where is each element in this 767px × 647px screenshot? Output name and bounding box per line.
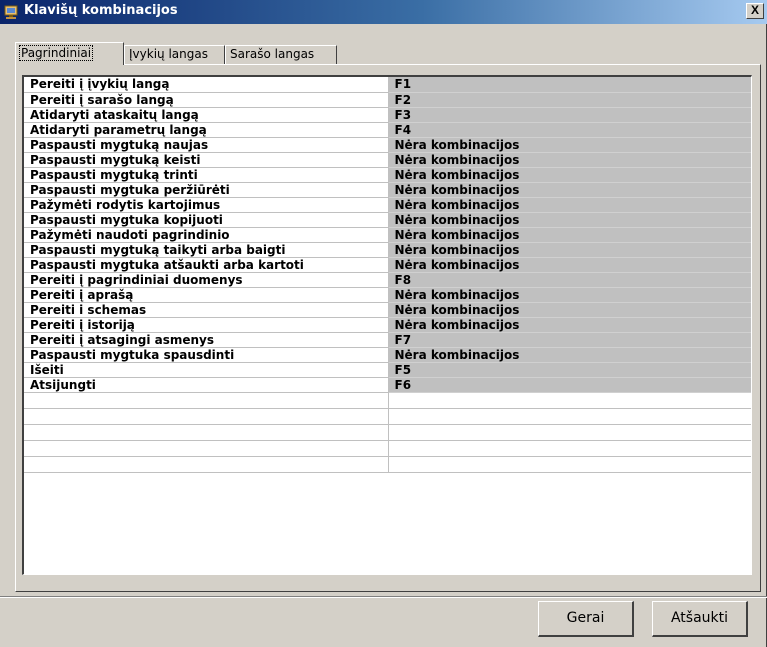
action-cell[interactable]: Pažymėti naudoti pagrindinio (24, 227, 389, 243)
key-cell[interactable]: F3 (388, 107, 751, 123)
key-cell[interactable]: Nėra kombinacijos (388, 257, 751, 273)
key-cell[interactable]: F5 (388, 362, 751, 378)
empty-cell (24, 408, 389, 425)
key-cell[interactable]: Nėra kombinacijos (388, 242, 751, 258)
action-cell[interactable]: Pereiti į sarašo langą (24, 92, 389, 108)
window-title: Klavišų kombinacijos (24, 3, 178, 18)
table-row[interactable]: Pereiti į pagrindiniai duomenys F8 (24, 272, 751, 288)
table-row[interactable]: Pereiti i schemas Nėra kombinacijos (24, 302, 751, 318)
action-cell[interactable]: Paspausti mygtuką taikyti arba baigti (24, 242, 389, 258)
action-cell[interactable]: Atidaryti parametrų langą (24, 122, 389, 138)
table-row[interactable]: Pereiti į sarašo langą F2 (24, 92, 751, 108)
table-row[interactable]: Atidaryti ataskaitų langą F3 (24, 107, 751, 123)
key-cell[interactable]: F2 (388, 92, 751, 108)
shortcuts-grid[interactable]: Pereiti į įvykių langą F1 Pereiti į sarašo… (22, 75, 752, 575)
tab-label: Pagrindiniai (18, 45, 94, 61)
tab-panel: Pereiti į įvykių langą F1 Pereiti į sarašo… (15, 64, 761, 592)
key-cell[interactable]: Nėra kombinacijos (388, 137, 751, 153)
key-cell[interactable]: Nėra kombinacijos (388, 227, 751, 243)
table-row[interactable]: Pažymėti rodytis kartojimus Nėra kombinac… (24, 197, 751, 213)
action-cell[interactable]: Atidaryti ataskaitų langą (24, 107, 389, 123)
key-cell[interactable]: Nėra kombinacijos (388, 317, 751, 333)
ok-button-label: Gerai (566, 610, 605, 626)
action-cell[interactable]: Paspausti mygtuka peržiūrėti (24, 182, 389, 198)
shortcuts-table: Pereiti į įvykių langą F1 Pereiti į sarašo… (24, 77, 751, 473)
tab-pagrindiniai[interactable]: Pagrindiniai (15, 42, 124, 65)
table-row[interactable]: Pereiti į istoriją Nėra kombinacijos (24, 317, 751, 333)
key-cell[interactable]: Nėra kombinacijos (388, 167, 751, 183)
action-cell[interactable]: Paspausti mygtuka atšaukti arba kartoti (24, 257, 389, 273)
empty-cell (388, 424, 751, 441)
empty-cell (388, 456, 751, 473)
empty-row (24, 440, 751, 457)
action-cell[interactable]: Pereiti i schemas (24, 302, 389, 318)
empty-cell (24, 424, 389, 441)
action-cell[interactable]: Pereiti į atsagingi asmenys (24, 332, 389, 348)
key-cell[interactable]: F7 (388, 332, 751, 348)
tab-label: Įvykių langas (129, 47, 208, 61)
action-cell[interactable]: Pereiti į pagrindiniai duomenys (24, 272, 389, 288)
table-row[interactable]: Paspausti mygtuka atšaukti arba kartoti N… (24, 257, 751, 273)
action-cell[interactable]: Paspausti mygtuką naujas (24, 137, 389, 153)
empty-cell (24, 392, 389, 409)
table-row[interactable]: Paspausti mygtuka peržiūrėti Nėra kombina… (24, 182, 751, 198)
table-row[interactable]: Pereiti į įvykių langą F1 (24, 77, 751, 93)
table-row[interactable]: Atidaryti parametrų langą F4 (24, 122, 751, 138)
table-row[interactable]: Paspausti mygtuką naujas Nėra kombinacijo… (24, 137, 751, 153)
action-cell[interactable]: Atsijungti (24, 377, 389, 393)
empty-cell (388, 440, 751, 457)
action-cell[interactable]: Paspausti mygtuka spausdinti (24, 347, 389, 363)
close-icon: X (750, 3, 759, 17)
key-cell[interactable]: Nėra kombinacijos (388, 197, 751, 213)
app-icon (4, 4, 20, 20)
empty-cell (24, 456, 389, 473)
empty-row (24, 408, 751, 425)
ok-button[interactable]: Gerai (538, 601, 634, 637)
table-row[interactable]: Paspausti mygtuką trinti Nėra kombinacijo… (24, 167, 751, 183)
key-cell[interactable]: F4 (388, 122, 751, 138)
close-button[interactable]: X (746, 3, 764, 19)
empty-row (24, 392, 751, 409)
table-row[interactable]: Paspausti mygtuką taikyti arba baigti Nėr… (24, 242, 751, 258)
action-cell[interactable]: Pereiti į įvykių langą (24, 77, 389, 93)
title-bar[interactable]: Klavišų kombinacijos X (0, 0, 767, 24)
action-cell[interactable]: Paspausti mygtuką keisti (24, 152, 389, 168)
cancel-button[interactable]: Atšaukti (652, 601, 748, 637)
action-cell[interactable]: Pereiti į aprašą (24, 287, 389, 303)
empty-cell (24, 440, 389, 457)
cancel-button-label: Atšaukti (670, 610, 729, 626)
empty-row (24, 424, 751, 441)
key-cell[interactable]: F1 (388, 77, 751, 93)
action-cell[interactable]: Pereiti į istoriją (24, 317, 389, 333)
table-row[interactable]: Atsijungti F6 (24, 377, 751, 393)
empty-row (24, 456, 751, 473)
key-cell[interactable]: Nėra kombinacijos (388, 212, 751, 228)
tab-ivykiu-langas[interactable]: Įvykių langas (124, 45, 225, 64)
key-cell[interactable]: Nėra kombinacijos (388, 347, 751, 363)
key-cell[interactable]: Nėra kombinacijos (388, 152, 751, 168)
key-cell[interactable]: F8 (388, 272, 751, 288)
key-cell[interactable]: Nėra kombinacijos (388, 182, 751, 198)
table-row[interactable]: Išeiti F5 (24, 362, 751, 378)
table-row[interactable]: Paspausti mygtuka spausdinti Nėra kombina… (24, 347, 751, 363)
divider (0, 596, 767, 598)
action-cell[interactable]: Išeiti (24, 362, 389, 378)
key-cell[interactable]: F6 (388, 377, 751, 393)
table-row[interactable]: Pereiti į atsagingi asmenys F7 (24, 332, 751, 348)
table-row[interactable]: Paspausti mygtuką keisti Nėra kombinacijo… (24, 152, 751, 168)
empty-cell (388, 408, 751, 425)
tab-label: Sarašo langas (230, 47, 315, 61)
tab-saraso-langas[interactable]: Sarašo langas (225, 45, 337, 64)
table-row[interactable]: Paspausti mygtuka kopijuoti Nėra kombinac… (24, 212, 751, 228)
empty-cell (388, 392, 751, 409)
key-cell[interactable]: Nėra kombinacijos (388, 302, 751, 318)
table-row[interactable]: Pereiti į aprašą Nėra kombinacijos (24, 287, 751, 303)
dialog-window: Klavišų kombinacijos X Pagrindiniai Įvyk… (0, 0, 767, 647)
action-cell[interactable]: Pažymėti rodytis kartojimus (24, 197, 389, 213)
action-cell[interactable]: Paspausti mygtuka kopijuoti (24, 212, 389, 228)
table-row[interactable]: Pažymėti naudoti pagrindinio Nėra kombina… (24, 227, 751, 243)
key-cell[interactable]: Nėra kombinacijos (388, 287, 751, 303)
action-cell[interactable]: Paspausti mygtuką trinti (24, 167, 389, 183)
